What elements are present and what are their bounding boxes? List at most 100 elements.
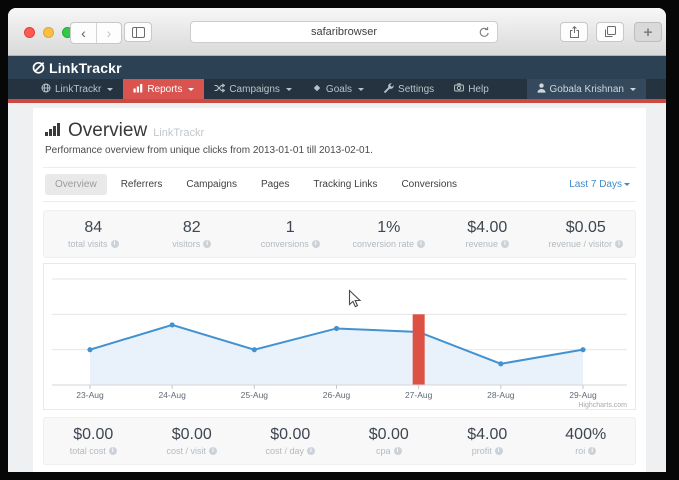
content-card: Overview LinkTrackr Performance overview… [33, 108, 646, 472]
info-icon[interactable]: i [615, 240, 623, 248]
tab-campaigns[interactable]: Campaigns [176, 174, 247, 195]
info-icon[interactable]: i [312, 240, 320, 248]
info-icon[interactable]: i [417, 240, 425, 248]
stat-value: 82 [183, 219, 201, 237]
stat-label: total cost [70, 446, 106, 456]
stat-value: $0.00 [172, 426, 212, 444]
tab-overview[interactable]: Overview [45, 174, 107, 195]
show-all-tabs-button[interactable] [596, 22, 624, 42]
info-icon[interactable]: i [307, 447, 315, 455]
stat-label: conversions [261, 239, 309, 249]
nav-item-label: Goals [326, 84, 352, 95]
date-range-selector[interactable]: Last 7 Days [569, 179, 634, 190]
x-axis-label: 29-Aug [569, 390, 597, 400]
stat-value: 1% [377, 219, 400, 237]
nav-item-settings[interactable]: Settings [374, 79, 444, 99]
tab-conversions[interactable]: Conversions [391, 174, 467, 195]
nav-item-label: Reports [147, 84, 182, 95]
page-title-suffix: LinkTrackr [153, 127, 204, 139]
mouse-cursor [348, 289, 362, 309]
stats-row-top: 84total visitsi82visitorsi1conversionsi1… [43, 210, 636, 258]
info-icon[interactable]: i [109, 447, 117, 455]
stat-label: total visits [68, 239, 108, 249]
traffic-lights [24, 27, 73, 38]
stat-roi: 400%roii [537, 418, 636, 464]
diamond-icon [312, 83, 322, 96]
visits-area-chart[interactable]: 23-Aug24-Aug25-Aug26-Aug27-Aug28-Aug29-A… [44, 264, 635, 409]
stat-label: revenue / visitor [548, 239, 612, 249]
stat-label: revenue [465, 239, 498, 249]
user-menu[interactable]: Gobala Krishnan [527, 79, 647, 99]
chevron-down-icon [286, 88, 292, 91]
nav-item-label: LinkTrackr [55, 84, 101, 95]
minimize-window-button[interactable] [43, 27, 54, 38]
close-window-button[interactable] [24, 27, 35, 38]
chart-icon [133, 83, 143, 96]
stat-label: cpa [376, 446, 391, 456]
nav-item-reports[interactable]: Reports [123, 79, 204, 99]
forward-button[interactable]: › [96, 23, 121, 43]
share-icon [569, 26, 580, 39]
stat-value: $0.00 [369, 426, 409, 444]
nav-item-campaigns[interactable]: Campaigns [204, 79, 302, 99]
info-icon[interactable]: i [394, 447, 402, 455]
stat-conversion-rate: 1% conversion ratei [340, 211, 439, 257]
highcharts-credit[interactable]: Highcharts.com [578, 402, 627, 409]
info-icon[interactable]: i [588, 447, 596, 455]
x-axis-label: 28-Aug [487, 390, 515, 400]
stats-row-bottom: $0.00total costi$0.00cost / visiti$0.00c… [43, 417, 636, 465]
stat-value: $0.05 [566, 219, 606, 237]
stat-cost-day: $0.00cost / dayi [241, 418, 340, 464]
sidebar-toggle-button[interactable] [124, 22, 152, 42]
browser-window: ‹ › safaribrowser + LinkTrackr LinkTrack… [8, 8, 666, 472]
chevron-down-icon [624, 183, 630, 186]
stat-label: cost / day [265, 446, 304, 456]
chevron-down-icon [188, 88, 194, 91]
bar-chart-icon [45, 123, 60, 136]
stat-revenue: $4.00 revenuei [438, 211, 537, 257]
tab-referrers[interactable]: Referrers [111, 174, 173, 195]
nav-item-help[interactable]: Help [444, 79, 499, 99]
main-navbar: LinkTrackr Reports Campaigns Goals Settings H… [8, 79, 666, 103]
nav-item-linktrackr[interactable]: LinkTrackr [31, 79, 123, 99]
info-icon[interactable]: i [495, 447, 503, 455]
nav-item-label: Help [468, 84, 489, 95]
stat-value: 84 [84, 219, 102, 237]
reload-icon[interactable] [479, 26, 490, 44]
globe-icon [41, 83, 51, 96]
page-title: Overview [68, 120, 147, 142]
chevron-down-icon [630, 88, 636, 91]
x-axis-label: 26-Aug [323, 390, 351, 400]
stat-label: cost / visit [166, 446, 206, 456]
info-icon[interactable]: i [209, 447, 217, 455]
nav-item-label: Campaigns [229, 84, 280, 95]
address-bar[interactable]: safaribrowser [190, 21, 498, 43]
tab-tracking-links[interactable]: Tracking Links [303, 174, 387, 195]
tab-pages[interactable]: Pages [251, 174, 299, 195]
stat-value: $4.00 [467, 219, 507, 237]
x-axis-label: 27-Aug [405, 390, 433, 400]
stat-label: conversion rate [352, 239, 414, 249]
chevron-down-icon [358, 88, 364, 91]
sidebar-icon [132, 27, 145, 38]
nav-item-goals[interactable]: Goals [302, 79, 374, 99]
back-button[interactable]: ‹ [71, 23, 96, 43]
user-menu-label: Gobala Krishnan [550, 84, 625, 95]
info-icon[interactable]: i [203, 240, 211, 248]
share-button[interactable] [560, 22, 588, 42]
stat-total-cost: $0.00total costi [44, 418, 143, 464]
shuffle-icon [214, 83, 225, 96]
date-range-label: Last 7 Days [569, 179, 622, 190]
visits-chart-panel: 23-Aug24-Aug25-Aug26-Aug27-Aug28-Aug29-A… [43, 263, 636, 410]
info-icon[interactable]: i [501, 240, 509, 248]
info-icon[interactable]: i [111, 240, 119, 248]
camera-icon [454, 83, 464, 95]
stat-label: profit [472, 446, 492, 456]
linktrackr-logo-icon [31, 60, 46, 75]
linktrackr-logo[interactable]: LinkTrackr [31, 60, 122, 76]
stat-conversions: 1 conversionsi [241, 211, 340, 257]
x-axis-label: 23-Aug [76, 390, 104, 400]
new-tab-button[interactable]: + [634, 22, 662, 42]
stat-value: 1 [286, 219, 295, 237]
stat-total-visits: 84 total visitsi [44, 211, 143, 257]
